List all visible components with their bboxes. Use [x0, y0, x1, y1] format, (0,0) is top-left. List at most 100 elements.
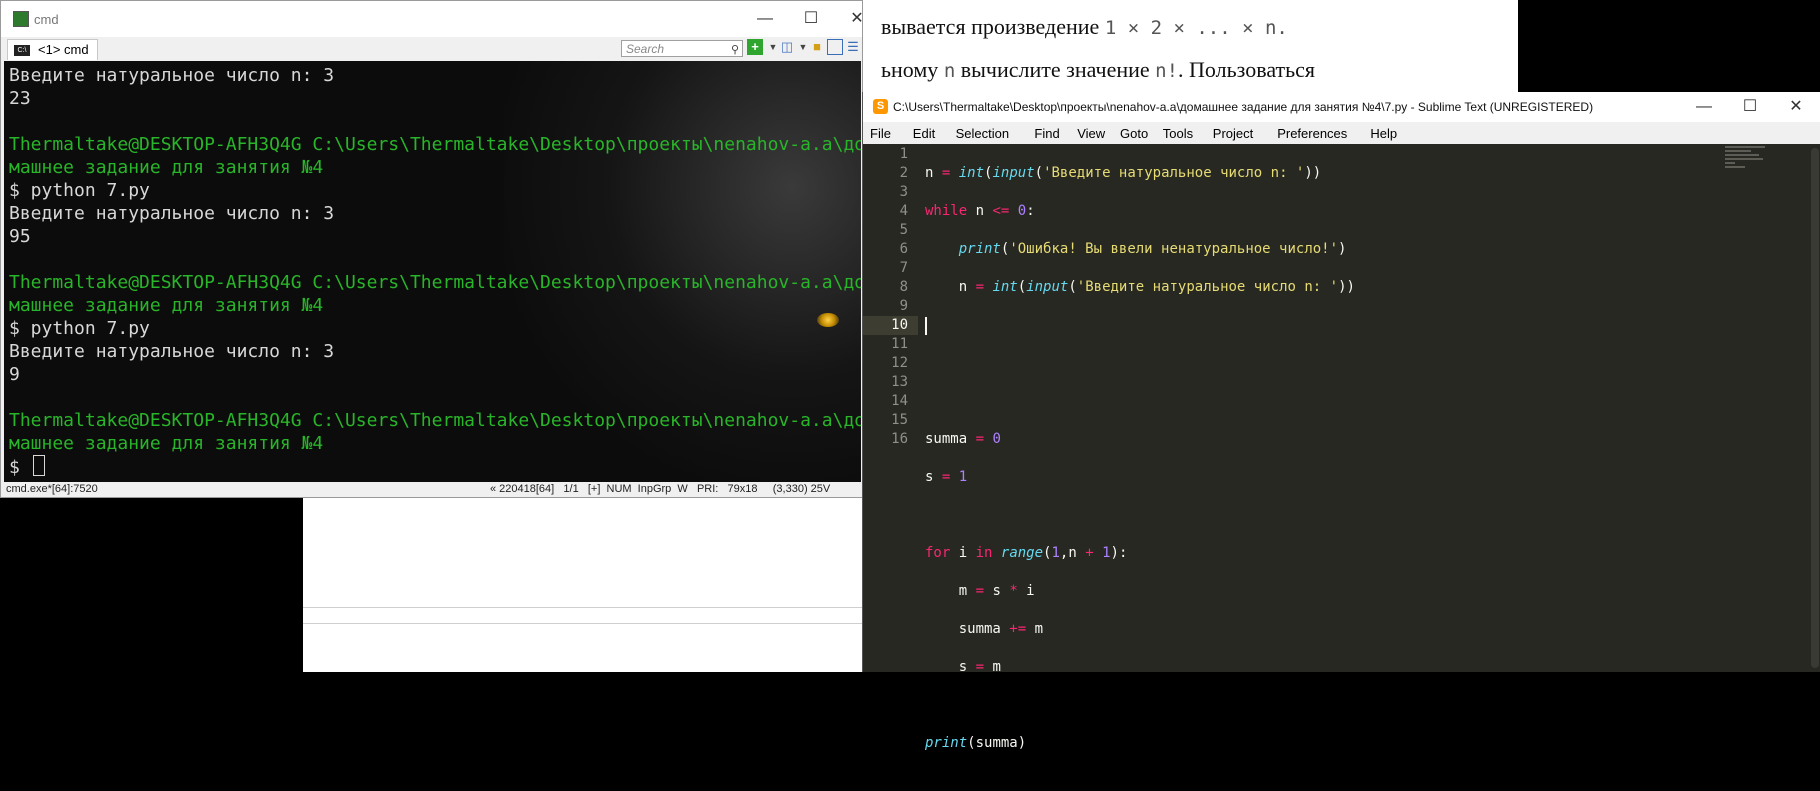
- minimize-button[interactable]: —: [742, 1, 788, 37]
- code-line: summa = 0: [925, 431, 1001, 447]
- console-line: машнее задание для занятия №4: [9, 433, 324, 454]
- menu-view[interactable]: View: [1077, 126, 1105, 141]
- line-number: 10: [891, 317, 908, 333]
- cmd-window[interactable]: cmd — ☐ ✕ C:\ <1> cmd Search ⚲ + ▼ ◫ ▼ ■…: [0, 0, 864, 498]
- menu-project[interactable]: Project: [1213, 126, 1253, 141]
- doc-line-2: ьному n вычислите значение n!. Пользоват…: [881, 57, 1315, 83]
- menu-help[interactable]: Help: [1370, 126, 1397, 141]
- menu-file[interactable]: File: [870, 126, 891, 141]
- console-line: Thermaltake@DESKTOP-AFH3Q4G C:\Users\The…: [9, 134, 861, 155]
- search-icon[interactable]: ⚲: [731, 42, 739, 59]
- minimize-button[interactable]: —: [1681, 89, 1727, 125]
- line-number: 5: [899, 222, 908, 238]
- divider: [303, 623, 863, 624]
- line-number: 4: [899, 203, 908, 219]
- maximize-button[interactable]: ☐: [1727, 89, 1773, 125]
- tab-label: <1> cmd: [38, 42, 89, 57]
- doc-math: n: [943, 60, 956, 82]
- menu-icon[interactable]: ☰: [845, 39, 861, 55]
- code-line: n = int(input('Введите натуральное число…: [925, 165, 1322, 181]
- text-caret: [925, 317, 927, 335]
- code-line: s = m: [925, 659, 1001, 675]
- console-line: Введите натуральное число n: 3: [9, 65, 335, 86]
- menubar: File Edit Selection Find View Goto Tools Projec…: [863, 122, 1820, 144]
- lock-icon[interactable]: ■: [809, 39, 825, 55]
- console-line: машнее задание для занятия №4: [9, 295, 324, 316]
- menu-goto[interactable]: Goto: [1120, 126, 1148, 141]
- code-line: print('Ошибка! Вы ввели ненатуральное чи…: [958, 241, 1347, 257]
- code-line: for i in range(1,n + 1):: [925, 545, 1128, 561]
- doc-text: ьному: [881, 57, 939, 82]
- status-process: cmd.exe*[64]:7520: [6, 483, 98, 495]
- menu-tools[interactable]: Tools: [1163, 126, 1193, 141]
- console-line: Введите натуральное число n: 3: [9, 341, 335, 362]
- doc-math: n!: [1155, 60, 1179, 82]
- line-number: 8: [899, 279, 908, 295]
- doc-line-1: вывается произведение 1 × 2 × ... × n.: [881, 14, 1288, 40]
- code-line: print(summa): [925, 735, 1027, 751]
- layout-icon[interactable]: [827, 39, 843, 55]
- menu-selection[interactable]: Selection: [956, 126, 1009, 141]
- console-output[interactable]: Введите натуральное число n: 3 23 Thermal…: [4, 61, 861, 482]
- line-number: 6: [899, 241, 908, 257]
- console-line: 23: [9, 88, 31, 109]
- code-content[interactable]: n = int(input('Введите натуральное число…: [925, 145, 1355, 791]
- status-info: « 220418[64] 1/1 [+] NUM InpGrp W PRI: 7…: [490, 483, 831, 495]
- minimap[interactable]: [1725, 144, 1785, 184]
- menu-preferences[interactable]: Preferences: [1277, 126, 1347, 141]
- close-button[interactable]: ✕: [1773, 89, 1819, 125]
- sublime-app-icon: S: [873, 99, 888, 114]
- line-number: 16: [891, 431, 908, 447]
- console-line: машнее задание для занятия №4: [9, 157, 324, 178]
- console-prompt-line: $: [9, 455, 861, 479]
- console-cursor: [32, 455, 45, 476]
- console-line: $ python 7.py: [9, 318, 150, 339]
- sublime-titlebar[interactable]: S C:\Users\Thermaltake\Desktop\проекты\n…: [863, 92, 1820, 122]
- vertical-scrollbar[interactable]: [1811, 148, 1819, 668]
- sublime-window-title: C:\Users\Thermaltake\Desktop\проекты\nen…: [893, 100, 1594, 114]
- line-number-gutter: 1 2 3 4 5 6 7 8 9 10 11 12 13 14 15 16: [863, 144, 908, 449]
- cmd-titlebar[interactable]: cmd — ☐ ✕: [1, 1, 864, 37]
- console-line: 95: [9, 226, 31, 247]
- doc-math: 1 × 2 × ... × n.: [1104, 17, 1288, 39]
- line-number: 9: [899, 298, 908, 314]
- console-line: $ python 7.py: [9, 180, 150, 201]
- cmd-statusbar: cmd.exe*[64]:7520 « 220418[64] 1/1 [+] N…: [4, 482, 861, 497]
- line-number: 2: [899, 165, 908, 181]
- search-input[interactable]: Search ⚲: [621, 40, 743, 57]
- conemu-app-icon: [13, 11, 29, 27]
- line-number: 11: [891, 336, 908, 352]
- menu-find[interactable]: Find: [1034, 126, 1059, 141]
- code-editor[interactable]: 1 2 3 4 5 6 7 8 9 10 11 12 13 14 15 16 n = int(input('В…: [863, 144, 1820, 751]
- sublime-window[interactable]: S C:\Users\Thermaltake\Desktop\проекты\n…: [862, 92, 1820, 751]
- tab-cmd[interactable]: C:\ <1> cmd: [7, 39, 98, 60]
- console-line: 9: [9, 364, 20, 385]
- console-lines: Введите натуральное число n: 3 23 Thermal…: [9, 64, 861, 479]
- doc-text: вывается произведение: [881, 14, 1100, 39]
- console-icon: C:\: [14, 44, 30, 56]
- line-number: 13: [891, 374, 908, 390]
- line-number: 15: [891, 412, 908, 428]
- line-number: 14: [891, 393, 908, 409]
- panes-icon[interactable]: ◫: [779, 39, 795, 55]
- console-prompt: $: [9, 457, 31, 478]
- divider: [303, 607, 863, 608]
- line-number: 12: [891, 355, 908, 371]
- new-console-icon[interactable]: +: [747, 39, 763, 55]
- code-line: summa += m: [925, 621, 1044, 637]
- maximize-button[interactable]: ☐: [788, 1, 834, 37]
- console-line: Thermaltake@DESKTOP-AFH3Q4G C:\Users\The…: [9, 410, 861, 431]
- menu-edit[interactable]: Edit: [913, 126, 935, 141]
- code-line: s = 1: [925, 469, 968, 485]
- code-line: while n <= 0:: [925, 203, 1035, 219]
- console-line: Thermaltake@DESKTOP-AFH3Q4G C:\Users\The…: [9, 272, 861, 293]
- line-number: 3: [899, 184, 908, 200]
- close-button[interactable]: ✕: [834, 1, 880, 37]
- code-line: m = s * i: [925, 583, 1035, 599]
